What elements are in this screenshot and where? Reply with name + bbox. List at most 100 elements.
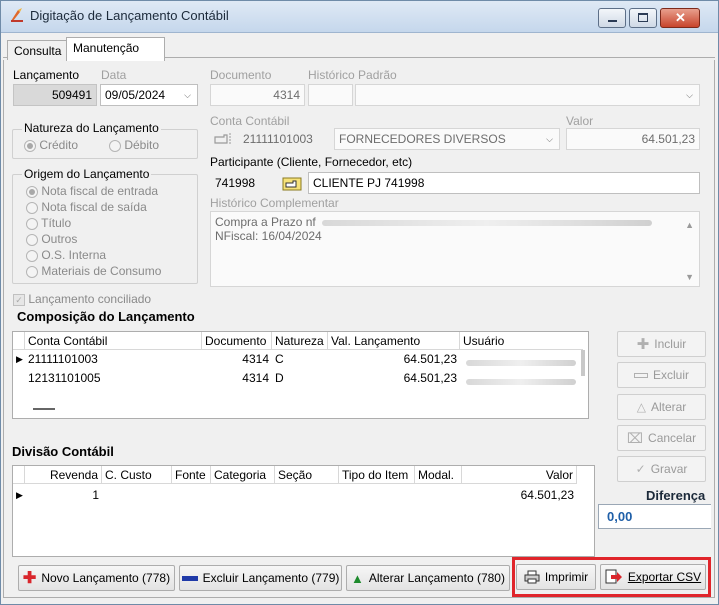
divisao-title: Divisão Contábil <box>12 444 114 459</box>
table-row-documento[interactable]: 4314 <box>202 350 272 368</box>
col-revenda[interactable]: Revenda <box>25 466 102 484</box>
vertical-scrollbar[interactable] <box>581 350 585 376</box>
chevron-down-icon: ⌵ <box>686 90 693 100</box>
radio-icon <box>26 185 38 198</box>
radio-icon <box>26 201 38 214</box>
novo-label: Novo Lançamento (778) <box>41 571 171 585</box>
chevron-down-icon: ⌵ <box>546 134 553 144</box>
origem-title: Origem do Lançamento <box>22 167 152 181</box>
radio-icon <box>26 233 38 246</box>
conciliado-checkbox[interactable]: ✓ Lançamento conciliado <box>13 292 151 306</box>
chevron-down-icon: ⌵ <box>184 90 191 100</box>
novo-lancamento-button[interactable]: ✚ Novo Lançamento (778) <box>18 565 175 591</box>
radio-origem-label: O.S. Interna <box>41 248 107 262</box>
alterar-lancamento-button[interactable]: ▲ Alterar Lançamento (780) <box>346 565 510 591</box>
table-row-documento[interactable]: 4314 <box>202 369 272 387</box>
col-natureza[interactable]: Natureza <box>272 332 328 350</box>
table-row-conta[interactable]: 12131101005 <box>25 369 202 387</box>
row-header-cell <box>13 332 25 350</box>
radio-origem-os[interactable]: O.S. Interna <box>26 248 106 262</box>
radio-origem-materiais[interactable]: Materiais de Consumo <box>26 264 161 278</box>
pointing-hand-icon[interactable] <box>282 176 304 192</box>
radio-origem-titulo[interactable]: Título <box>26 216 71 230</box>
col-usuario[interactable]: Usuário <box>460 332 583 350</box>
radio-origem-nf-saida[interactable]: Nota fiscal de saída <box>26 200 147 214</box>
radio-origem-label: Nota fiscal de entrada <box>41 184 159 198</box>
col-valor[interactable]: Valor <box>462 466 577 484</box>
historico-comp-label: Histórico Complementar <box>210 196 339 210</box>
table-row-valor[interactable]: 64.501,23 <box>328 350 460 368</box>
data-label: Data <box>101 68 127 82</box>
row-pointer-icon: ▶ <box>16 490 23 500</box>
table-row-usuario[interactable] <box>463 372 578 390</box>
checkmark-icon: ✓ <box>635 462 646 476</box>
documento-field: 4314 <box>210 84 305 106</box>
valor-label: Valor <box>566 114 594 128</box>
tab-manutencao[interactable]: Manutenção <box>66 37 165 61</box>
diferenca-label: Diferença <box>646 488 706 503</box>
excluir-lancamento-button[interactable]: Excluir Lançamento (779) <box>179 565 342 591</box>
plus-icon: ✚ <box>22 570 37 587</box>
table-row-conta[interactable]: 21111101003 <box>25 350 202 368</box>
col-valor[interactable]: Val. Lançamento <box>328 332 460 350</box>
scroll-up-icon[interactable]: ▲ <box>685 218 694 232</box>
table-row-valor[interactable]: 64.501,23 <box>462 486 577 504</box>
alterar-lancamento-label: Alterar Lançamento (780) <box>368 571 505 585</box>
pointing-hand-icon <box>214 133 231 145</box>
lancamento-label: Lançamento <box>13 68 80 82</box>
radio-debito-label: Débito <box>124 138 160 152</box>
conta-name-select[interactable]: FORNECEDORES DIVERSOS ⌵ <box>334 128 560 150</box>
gravar-button[interactable]: ✓ Gravar <box>617 456 706 482</box>
alterar-button[interactable]: △ Alterar <box>617 394 706 420</box>
radio-origem-nf-entrada[interactable]: Nota fiscal de entrada <box>26 184 158 198</box>
close-button[interactable]: ✕ <box>660 8 700 28</box>
incluir-button[interactable]: ✚ Incluir <box>617 331 706 357</box>
radio-debito[interactable]: Débito <box>109 138 159 152</box>
col-modal[interactable]: Modal. <box>415 466 462 484</box>
col-conta[interactable]: Conta Contábil <box>25 332 202 350</box>
plus-icon: ✚ <box>636 336 650 353</box>
table-row-valor[interactable]: 64.501,23 <box>328 369 460 387</box>
tab-consulta[interactable]: Consulta <box>7 40 69 60</box>
cancelar-button[interactable]: ⌧ Cancelar <box>617 425 706 451</box>
conciliado-label: Lançamento conciliado <box>28 292 152 306</box>
maximize-button[interactable] <box>629 8 657 28</box>
divisao-grid[interactable]: Revenda C. Custo Fonte Categoria Seção T… <box>12 465 595 557</box>
scroll-down-icon[interactable]: ▼ <box>685 270 694 284</box>
table-row-revenda[interactable]: 1 <box>25 486 102 504</box>
table-row-natureza[interactable]: D <box>272 369 328 387</box>
triangle-up-icon: ▲ <box>351 570 364 586</box>
radio-icon <box>26 249 38 262</box>
window-title: Digitação de Lançamento Contábil <box>30 8 229 23</box>
conta-code-field: 21111101003 <box>243 132 313 146</box>
historico-padrao-select[interactable]: ⌵ <box>355 84 700 106</box>
col-ccusto[interactable]: C. Custo <box>102 466 172 484</box>
close-icon: ✕ <box>675 10 686 25</box>
col-fonte[interactable]: Fonte <box>172 466 211 484</box>
scroll-thumb[interactable] <box>33 408 55 410</box>
composicao-grid[interactable]: Conta Contábil Documento Natureza Val. L… <box>12 331 589 419</box>
col-documento[interactable]: Documento <box>202 332 272 350</box>
radio-icon <box>26 217 38 230</box>
highlight-box <box>512 557 711 597</box>
documento-label: Documento <box>210 68 272 82</box>
col-tipo-item[interactable]: Tipo do Item <box>339 466 415 484</box>
data-field[interactable]: 09/05/2024 ⌵ <box>100 84 198 106</box>
col-categoria[interactable]: Categoria <box>211 466 275 484</box>
participante-code-field[interactable]: 741998 <box>210 172 276 194</box>
radio-icon <box>26 265 38 278</box>
col-secao[interactable]: Seção <box>275 466 339 484</box>
excluir-button[interactable]: Excluir <box>617 362 706 388</box>
radio-credito[interactable]: Crédito <box>24 138 78 152</box>
radio-icon <box>109 139 121 152</box>
redacted-text <box>466 359 576 366</box>
minimize-button[interactable] <box>598 8 626 28</box>
triangle-icon: △ <box>636 400 646 414</box>
participante-name-field[interactable]: CLIENTE PJ 741998 <box>308 172 700 194</box>
radio-origem-outros[interactable]: Outros <box>26 232 77 246</box>
table-row-natureza[interactable]: C <box>272 350 328 368</box>
historico-comp-textarea[interactable]: Compra a Prazo nf NFiscal: 16/04/2024 ▲ … <box>210 211 700 287</box>
radio-credito-label: Crédito <box>39 138 79 152</box>
excluir-lancamento-label: Excluir Lançamento (779) <box>202 571 340 585</box>
table-row-usuario[interactable] <box>463 353 578 371</box>
